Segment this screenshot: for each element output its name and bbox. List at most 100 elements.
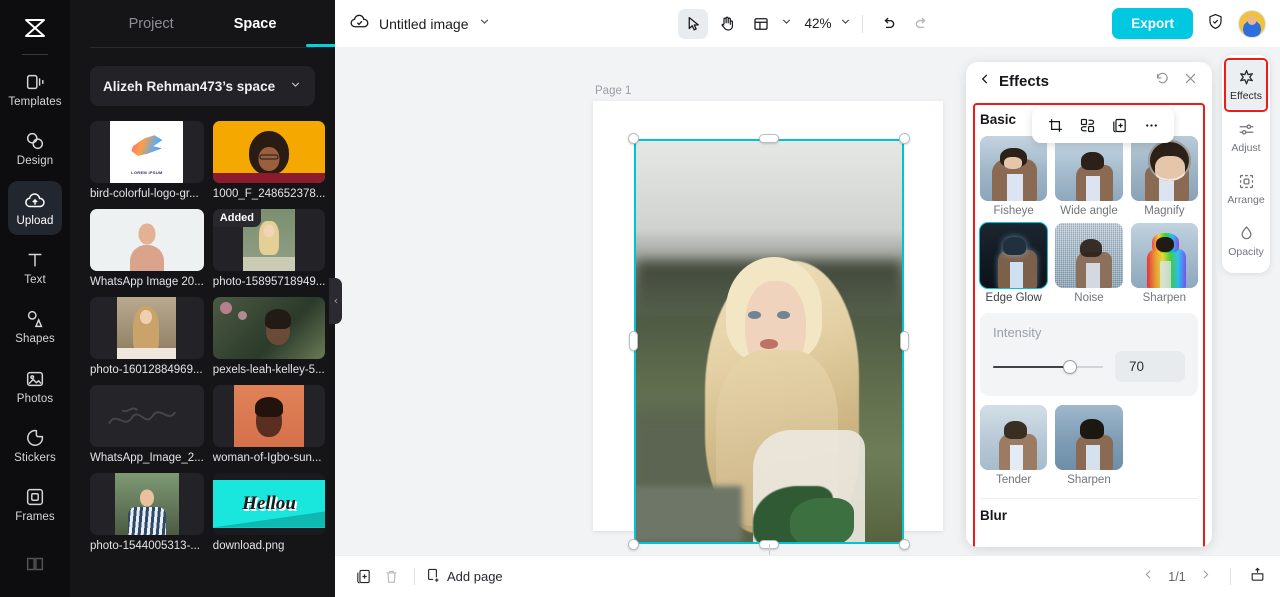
chevron-left-icon[interactable]	[978, 72, 992, 91]
resize-handle-top-right[interactable]	[899, 133, 910, 144]
intensity-control: Intensity 70	[980, 313, 1198, 396]
effect-label: Edge Glow	[985, 292, 1042, 304]
zoom-level[interactable]: 42%	[801, 16, 835, 31]
chevron-down-icon[interactable]	[780, 15, 793, 33]
effects-panel-header: Effects	[966, 62, 1212, 100]
chevron-down-icon[interactable]	[839, 15, 852, 33]
asset-name: photo-15895718949...	[212, 276, 326, 288]
sidebar-item-design[interactable]: Design	[8, 122, 62, 175]
sidebar-item-templates[interactable]: Templates	[8, 63, 62, 116]
sidebar-item-frames[interactable]: Frames	[8, 478, 62, 531]
avatar[interactable]	[1238, 9, 1266, 38]
list-item[interactable]: photo-1544005313-...	[90, 473, 204, 552]
panel-divider	[90, 47, 315, 48]
tab-project[interactable]: Project	[129, 16, 174, 32]
select-tool-button[interactable]	[678, 8, 708, 39]
slider-knob[interactable]	[1063, 359, 1077, 374]
shield-check-icon[interactable]	[1206, 12, 1225, 36]
resize-handle-left[interactable]	[629, 331, 638, 351]
list-item[interactable]: woman-of-Igbo-sun...	[212, 385, 326, 464]
right-tool-label: Opacity	[1228, 246, 1264, 258]
effect-thumbnail	[978, 222, 1049, 289]
more-options-button[interactable]	[1137, 111, 1165, 139]
close-x-icon[interactable]	[1183, 71, 1198, 91]
undo-button[interactable]	[873, 9, 903, 39]
sidebar-item-text[interactable]: Text	[8, 241, 62, 294]
export-button[interactable]: Export	[1112, 8, 1193, 39]
reset-circle-icon[interactable]	[1155, 71, 1170, 91]
delete-page-button[interactable]	[377, 563, 405, 591]
chevron-right-icon[interactable]	[1199, 568, 1212, 586]
sidebar-item-label: Design	[16, 155, 54, 168]
resize-handle-bottom-left[interactable]	[628, 539, 639, 550]
right-tool-adjust[interactable]: Adjust	[1224, 113, 1268, 161]
right-tool-effects[interactable]: Effects	[1224, 61, 1268, 109]
resize-handle-top-left[interactable]	[628, 133, 639, 144]
effect-thumbnail	[980, 136, 1048, 201]
list-item[interactable]: photo-16012884969...	[90, 297, 204, 376]
list-item[interactable]: Added photo-15895718949...	[212, 209, 326, 288]
document-title[interactable]: Untitled image	[379, 16, 469, 32]
canvas-image[interactable]	[634, 139, 904, 544]
list-item[interactable]: 1000_F_248652378...	[212, 121, 326, 200]
effect-magnify[interactable]: Magnify	[1130, 136, 1198, 217]
layout-tool-button[interactable]	[746, 9, 776, 39]
left-icon-rail: Templates Design Upload Text Shapes Phot…	[0, 0, 70, 597]
space-selector[interactable]: Alizeh Rehman473’s space	[90, 66, 315, 106]
sidebar-item-stickers[interactable]: Stickers	[8, 419, 62, 472]
effect-edge-glow[interactable]: Edge Glow	[978, 222, 1049, 304]
effects-grid-row-1: Fisheye Wide angle Magnify	[980, 136, 1198, 217]
duplicate-button[interactable]	[1105, 111, 1133, 139]
effect-thumbnail	[1055, 136, 1123, 201]
hand-tool-button[interactable]	[712, 9, 742, 39]
effect-noise[interactable]: Noise	[1055, 223, 1123, 304]
add-page-button[interactable]: Add page	[424, 567, 503, 587]
effect-sharpen-1[interactable]: Sharpen	[1130, 223, 1198, 304]
resize-handle-top[interactable]	[759, 134, 779, 143]
tab-active-underline	[306, 44, 335, 47]
effect-fisheye[interactable]: Fisheye	[980, 136, 1048, 217]
effect-sharpen-2[interactable]: Sharpen	[1055, 405, 1123, 486]
selected-object[interactable]	[628, 133, 910, 555]
resize-handle-right[interactable]	[900, 331, 909, 351]
asset-name: 1000_F_248652378...	[212, 188, 326, 200]
effects-grid-row-2: Edge Glow Noise Sharpen	[978, 222, 1198, 304]
chevron-left-icon[interactable]	[1142, 568, 1155, 586]
sidebar-item-photos[interactable]: Photos	[8, 359, 62, 412]
intensity-slider[interactable]	[993, 358, 1103, 376]
resize-handle-bottom-right[interactable]	[899, 539, 910, 550]
list-item[interactable]: pexels-leah-kelley-5...	[212, 297, 326, 376]
panel-tabs: Project Space	[70, 0, 335, 47]
asset-name: WhatsApp_Image_2...	[90, 452, 204, 464]
effect-wide-angle[interactable]: Wide angle	[1055, 136, 1123, 217]
right-tool-arrange[interactable]: Arrange	[1224, 165, 1268, 213]
asset-name: WhatsApp Image 20...	[90, 276, 204, 288]
upload-tray-icon[interactable]	[1249, 566, 1266, 588]
sidebar-item-more[interactable]	[8, 538, 62, 591]
effect-tender[interactable]: Tender	[980, 405, 1048, 486]
crop-button[interactable]	[1041, 111, 1069, 139]
asset-name: photo-1544005313-...	[90, 540, 200, 552]
remove-background-button[interactable]	[1073, 111, 1101, 139]
effect-thumbnail	[1130, 223, 1198, 288]
list-item[interactable]: Hellou download.png	[212, 473, 326, 552]
asset-name: photo-16012884969...	[90, 364, 203, 376]
panel-collapse-handle[interactable]	[329, 278, 342, 324]
effect-label: Sharpen	[1067, 474, 1111, 486]
right-tool-opacity[interactable]: Opacity	[1224, 217, 1268, 265]
redo-button[interactable]	[907, 9, 937, 39]
tab-space[interactable]: Space	[234, 16, 277, 32]
rail-divider	[22, 53, 48, 55]
effect-label: Sharpen	[1142, 292, 1187, 304]
sidebar-item-shapes[interactable]: Shapes	[8, 300, 62, 353]
capcut-logo-icon[interactable]	[13, 8, 57, 48]
list-item[interactable]: LOREM IPSUM bird-colorful-logo-gr...	[90, 121, 204, 200]
asset-thumbnail	[212, 385, 326, 447]
intensity-value[interactable]: 70	[1115, 351, 1185, 382]
duplicate-page-button[interactable]	[349, 563, 377, 591]
sidebar-item-upload[interactable]: Upload	[8, 181, 62, 235]
list-item[interactable]: WhatsApp_Image_2...	[90, 385, 204, 464]
list-item[interactable]: WhatsApp Image 20...	[90, 209, 204, 288]
effects-panel-body[interactable]: Basic Fisheye Wide angle Magnify Edge Gl…	[966, 100, 1212, 547]
chevron-down-icon[interactable]	[478, 15, 491, 33]
